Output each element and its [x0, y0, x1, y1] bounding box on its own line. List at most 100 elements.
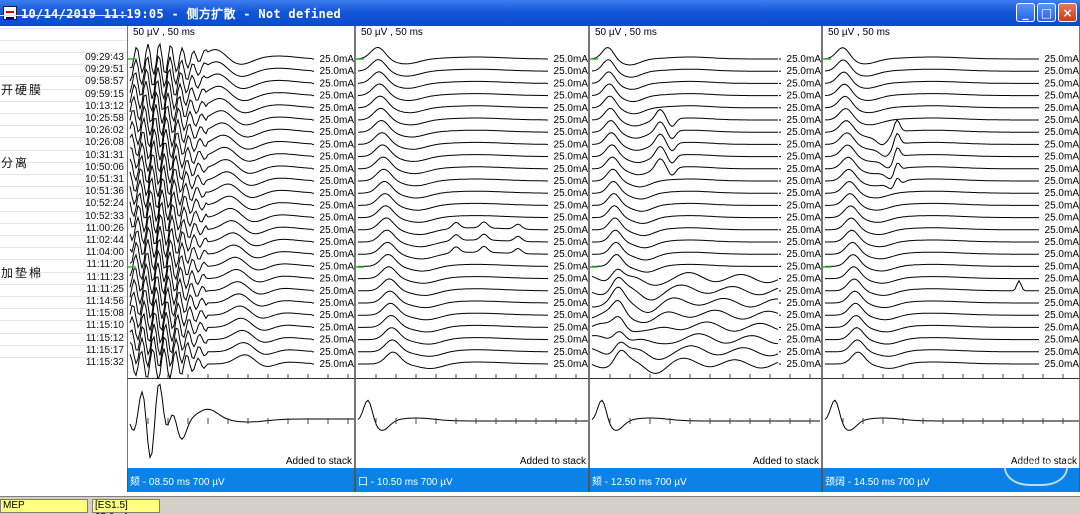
- waveform-trace[interactable]: [825, 315, 1037, 333]
- maximize-button[interactable]: □: [1037, 3, 1056, 22]
- waveform-trace[interactable]: [358, 205, 546, 223]
- waveform-trace[interactable]: [592, 168, 778, 188]
- waveform-trace[interactable]: [358, 314, 546, 333]
- waveform-trace[interactable]: [358, 229, 546, 248]
- waveform-trace[interactable]: [591, 315, 779, 333]
- waveform-trace[interactable]: [825, 168, 1037, 190]
- log-row[interactable]: 10:52:24: [0, 198, 127, 210]
- waveform-panel[interactable]: 25.0mA 25.0mA 25.0mA 25.0mA 25.0mA 25.0mA 25.0…: [589, 26, 822, 492]
- waveform-trace[interactable]: [591, 83, 778, 102]
- log-row[interactable]: 11:15:10: [0, 320, 127, 332]
- waveform-trace[interactable]: [825, 327, 1037, 345]
- waveform-trace[interactable]: [358, 253, 546, 272]
- waveform-trace[interactable]: [129, 348, 313, 379]
- waveform-trace[interactable]: [824, 59, 1037, 77]
- log-row[interactable]: 10:52:33: [0, 210, 127, 223]
- trace-stack[interactable]: 25.0mA 25.0mA 25.0mA 25.0mA 25.0mA 25.0mA 25.0…: [355, 26, 589, 379]
- channel-info-bar[interactable]: 颏 - 12.50 ms 700 µV: [589, 468, 822, 492]
- waveform-trace[interactable]: [591, 71, 778, 90]
- log-row[interactable]: 11:02:44: [0, 235, 127, 247]
- waveform-trace[interactable]: [358, 351, 546, 370]
- waveform-trace[interactable]: [825, 278, 1037, 296]
- waveform-trace[interactable]: [825, 290, 1037, 308]
- waveform-trace[interactable]: [591, 349, 779, 374]
- waveform-trace[interactable]: [825, 156, 1037, 180]
- waveform-trace[interactable]: [357, 95, 546, 114]
- waveform-trace[interactable]: [591, 132, 778, 152]
- trace-stack[interactable]: 25.0mA 25.0mA 25.0mA 25.0mA 25.0mA 25.0mA 25.0…: [822, 26, 1080, 379]
- waveform-trace[interactable]: [358, 217, 546, 235]
- waveform-trace[interactable]: [825, 108, 1037, 126]
- log-row[interactable]: 11:15:32: [0, 357, 127, 369]
- average-trace-area[interactable]: Added to stack: [589, 379, 822, 468]
- waveform-trace[interactable]: [358, 327, 546, 345]
- waveform-trace[interactable]: [825, 217, 1037, 236]
- minimize-button[interactable]: _: [1016, 3, 1035, 22]
- waveform-trace[interactable]: [358, 302, 546, 321]
- waveform-trace[interactable]: [824, 83, 1037, 101]
- log-row[interactable]: 10:26:02: [0, 125, 127, 137]
- waveform-trace[interactable]: [825, 229, 1037, 248]
- waveform-panel[interactable]: 25.0mA 25.0mA 25.0mA 25.0mA 25.0mA 25.0mA 25.0…: [355, 26, 589, 492]
- log-row[interactable]: 10:51:31: [0, 174, 127, 186]
- waveform-panel[interactable]: 25.0mA 25.0mA 25.0mA 25.0mA 25.0mA 25.0mA 25.0…: [822, 26, 1080, 492]
- waveform-trace[interactable]: [358, 193, 546, 211]
- trace-stack[interactable]: 25.0mA 25.0mA 25.0mA 25.0mA 25.0mA 25.0mA 25.0…: [127, 26, 355, 379]
- log-row[interactable]: 11:15:12: [0, 332, 127, 345]
- waveform-trace[interactable]: [358, 168, 546, 187]
- waveform-trace[interactable]: [591, 299, 779, 323]
- average-trace[interactable]: [357, 399, 588, 431]
- average-trace[interactable]: [129, 383, 354, 460]
- waveform-trace[interactable]: [358, 339, 546, 357]
- waveform-trace[interactable]: [358, 180, 546, 199]
- waveform-trace[interactable]: [825, 302, 1037, 321]
- waveform-trace[interactable]: [825, 205, 1037, 223]
- waveform-trace[interactable]: [358, 241, 546, 260]
- waveform-trace[interactable]: [129, 90, 313, 124]
- waveform-trace[interactable]: [825, 351, 1037, 369]
- log-row[interactable]: 10:26:08: [0, 137, 127, 149]
- waveform-trace[interactable]: [825, 339, 1037, 357]
- log-row[interactable]: 09:29:43: [0, 52, 127, 64]
- waveform-trace[interactable]: [824, 119, 1037, 146]
- waveform-trace[interactable]: [591, 276, 779, 301]
- waveform-trace[interactable]: [357, 46, 546, 65]
- log-row[interactable]: 09:29:51: [0, 64, 127, 76]
- channel-info-bar[interactable]: 颏 - 08.50 ms 700 µV: [127, 468, 355, 492]
- waveform-trace[interactable]: [357, 144, 546, 162]
- waveform-trace[interactable]: [824, 144, 1037, 169]
- waveform-trace[interactable]: [591, 46, 778, 66]
- waveform-trace[interactable]: [591, 95, 778, 115]
- log-row[interactable]: 11:15:17: [0, 344, 127, 357]
- waveform-trace[interactable]: [591, 120, 778, 140]
- log-row[interactable]: 10:13:12: [0, 100, 127, 113]
- waveform-trace[interactable]: [357, 59, 546, 77]
- waveform-panel[interactable]: 25.0mA 25.0mA 25.0mA 25.0mA 25.0mA 25.0mA 25.0…: [127, 26, 355, 492]
- average-trace[interactable]: [824, 399, 1079, 431]
- waveform-trace[interactable]: [591, 59, 778, 78]
- trace-stack[interactable]: 25.0mA 25.0mA 25.0mA 25.0mA 25.0mA 25.0mA 25.0…: [589, 26, 822, 379]
- average-trace[interactable]: [591, 399, 820, 431]
- waveform-trace[interactable]: [824, 132, 1037, 157]
- waveform-trace[interactable]: [591, 144, 778, 164]
- waveform-trace[interactable]: [357, 83, 546, 101]
- log-row[interactable]: 11:00:26: [0, 222, 127, 235]
- average-trace-area[interactable]: Added to stack: [127, 379, 355, 468]
- waveform-trace[interactable]: [825, 180, 1037, 199]
- average-trace-area[interactable]: Added to stack: [355, 379, 589, 468]
- waveform-trace[interactable]: [591, 107, 778, 127]
- waveform-trace[interactable]: [824, 47, 1037, 65]
- log-row[interactable]: 11:11:25: [0, 283, 127, 296]
- waveform-trace[interactable]: [129, 153, 313, 186]
- waveform-trace[interactable]: [591, 286, 778, 314]
- waveform-trace[interactable]: [592, 192, 778, 212]
- event-log[interactable]: 09:29:43 09:29:51 09:58:57 09:59:15 10:13:12…: [0, 15, 127, 496]
- close-button[interactable]: ×: [1058, 3, 1077, 22]
- log-row[interactable]: 11:14:56: [0, 296, 127, 308]
- log-row[interactable]: 10:51:36: [0, 186, 127, 198]
- log-row[interactable]: 11:04:00: [0, 247, 127, 259]
- waveform-trace[interactable]: [592, 180, 778, 200]
- log-row[interactable]: 10:25:58: [0, 113, 127, 125]
- waveform-trace[interactable]: [824, 71, 1037, 89]
- waveform-trace[interactable]: [825, 193, 1037, 211]
